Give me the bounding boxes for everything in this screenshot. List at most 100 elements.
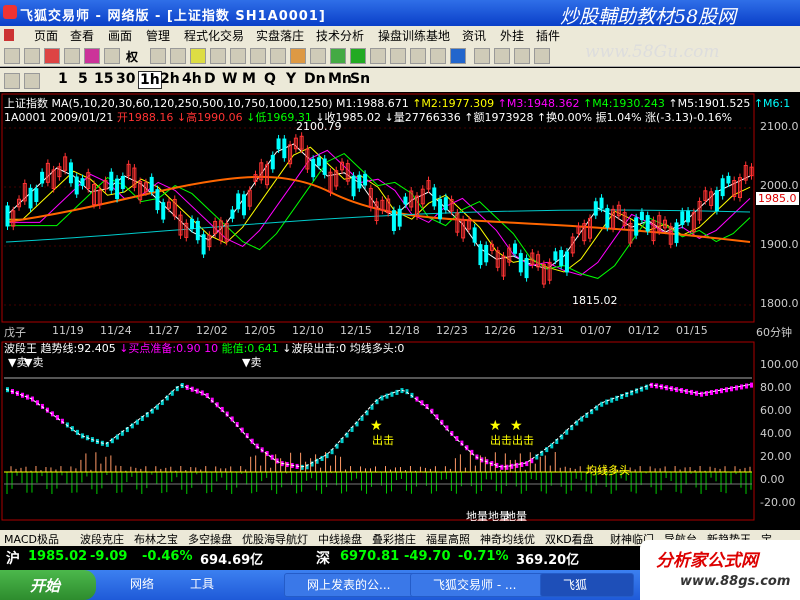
period-4h[interactable]: 4h: [182, 71, 202, 87]
menu-plugin[interactable]: 插件: [536, 27, 560, 44]
period-30m[interactable]: 30: [116, 71, 135, 87]
period-1m[interactable]: 1: [58, 71, 68, 87]
indicator-tab[interactable]: 布林之宝: [134, 531, 178, 547]
chart-canvas[interactable]: [0, 92, 800, 522]
sh-pct: -0.46%: [142, 549, 193, 564]
overlay-icon[interactable]: [24, 73, 40, 89]
zoom-out-icon[interactable]: [230, 48, 246, 64]
period-year[interactable]: Y: [286, 71, 296, 87]
period-5m[interactable]: 5: [78, 71, 88, 87]
date-tick: 11/24: [100, 324, 132, 337]
date-tick: 12/02: [196, 324, 228, 337]
indicator-tab[interactable]: 多空操盘: [188, 531, 232, 547]
arrow-icon[interactable]: [4, 48, 20, 64]
tool-icon[interactable]: [24, 48, 40, 64]
quote-item-10: 涨(-3.13)-0.16%: [641, 111, 733, 124]
period-n-min[interactable]: Mn: [328, 71, 352, 87]
candle-body: [236, 193, 241, 210]
right-icon[interactable]: [270, 48, 286, 64]
bull-label: 均线多头: [586, 464, 630, 477]
info-icon[interactable]: [330, 48, 346, 64]
trend-bar: [725, 387, 729, 393]
grid2-icon[interactable]: [104, 48, 120, 64]
lock-icon[interactable]: [290, 48, 306, 64]
task-feihu-2[interactable]: 飞狐: [540, 573, 634, 597]
trade-icon[interactable]: [350, 48, 366, 64]
menu-news[interactable]: 资讯: [462, 27, 486, 44]
calc-icon[interactable]: [370, 48, 386, 64]
indicator-tab[interactable]: 优股海导航灯: [242, 531, 308, 547]
kline-type-icon[interactable]: [4, 73, 20, 89]
menu-manage[interactable]: 管理: [146, 27, 170, 44]
period-15m[interactable]: 15: [94, 71, 113, 87]
candle-body: [593, 201, 598, 216]
quote-item-2: 开1988.16: [113, 111, 174, 124]
indicator-tab[interactable]: 叠彩搭庄: [372, 531, 416, 547]
trend-bar: [750, 382, 753, 388]
menu-screen[interactable]: 画面: [108, 27, 132, 44]
chart2-icon[interactable]: [410, 48, 426, 64]
task-feihu[interactable]: 飞狐交易师 - ...: [410, 573, 554, 597]
draw-icon[interactable]: [514, 48, 530, 64]
bar-icon[interactable]: [190, 48, 206, 64]
trend-bar: [720, 388, 724, 394]
help-icon[interactable]: [450, 48, 466, 64]
menu-training[interactable]: 操盘训练基地: [378, 27, 450, 44]
period-1h[interactable]: 1h: [138, 71, 162, 89]
sz-pct: -0.71%: [458, 549, 509, 564]
candle-body: [513, 243, 518, 254]
period-quarter[interactable]: Q: [264, 71, 276, 87]
watermark-brand: 炒股輔助教材58股网: [560, 6, 737, 28]
period-month[interactable]: M: [242, 71, 256, 87]
indicator-tab[interactable]: 双KD看盘: [545, 531, 594, 547]
candle-body: [605, 208, 610, 228]
indicator-tab[interactable]: 福星高照: [426, 531, 470, 547]
rights-button[interactable]: 权: [126, 48, 138, 65]
indicator-tab[interactable]: MACD极品: [4, 531, 59, 547]
doc2-icon[interactable]: [430, 48, 446, 64]
menu-addon[interactable]: 外挂: [500, 27, 524, 44]
indicator-tab[interactable]: 中线操盘: [318, 531, 362, 547]
candle-body: [311, 158, 316, 178]
sh-change: -9.09: [90, 549, 128, 564]
doc-icon[interactable]: [4, 29, 14, 41]
trend-bar: [745, 383, 749, 389]
trend-bar: [740, 384, 744, 390]
text-icon[interactable]: [534, 48, 550, 64]
indicator-value-3: ↓波段出击:0: [278, 342, 347, 355]
candle-body: [161, 202, 166, 220]
print-icon[interactable]: [390, 48, 406, 64]
candle-body: [484, 244, 489, 263]
period-n-sec[interactable]: Sn: [350, 71, 370, 87]
task-tools[interactable]: 工具: [168, 573, 250, 595]
screen-icon[interactable]: [474, 48, 490, 64]
candle-body: [397, 208, 402, 227]
period-label: 60分钟: [756, 326, 792, 339]
menu-view[interactable]: 查看: [70, 27, 94, 44]
chart-icon[interactable]: [44, 48, 60, 64]
start-button[interactable]: 开始: [0, 570, 96, 600]
indicator-tab[interactable]: 波段克庄: [80, 531, 124, 547]
line-icon[interactable]: [170, 48, 186, 64]
period-n-day[interactable]: Dn: [304, 71, 326, 87]
menu-program-trade[interactable]: 程式化交易: [184, 27, 244, 44]
menu-live[interactable]: 实盘落庄: [256, 27, 304, 44]
menu-analysis[interactable]: 技术分析: [316, 27, 364, 44]
task-browser[interactable]: 网上发表的公...: [284, 573, 424, 597]
menu-page[interactable]: 页面: [34, 27, 58, 44]
grid-icon[interactable]: [64, 48, 80, 64]
chart-area[interactable]: 上证指数 MA(5,10,20,30,60,120,250,500,10,750…: [0, 92, 800, 523]
period-week[interactable]: W: [222, 71, 237, 87]
zoom-in-icon[interactable]: [210, 48, 226, 64]
square-icon[interactable]: [310, 48, 326, 64]
cloud-icon[interactable]: [84, 48, 100, 64]
period-day[interactable]: D: [204, 71, 216, 87]
period-2h[interactable]: 2h: [160, 71, 180, 87]
cursor-icon[interactable]: [494, 48, 510, 64]
indicator-tab[interactable]: 神奇均线优: [480, 531, 535, 547]
attack-label-1: 出击: [372, 434, 394, 447]
date-tick: 12/05: [244, 324, 276, 337]
indicator-y-tick: 40.00: [760, 427, 792, 440]
left-icon[interactable]: [250, 48, 266, 64]
kline-icon[interactable]: [150, 48, 166, 64]
